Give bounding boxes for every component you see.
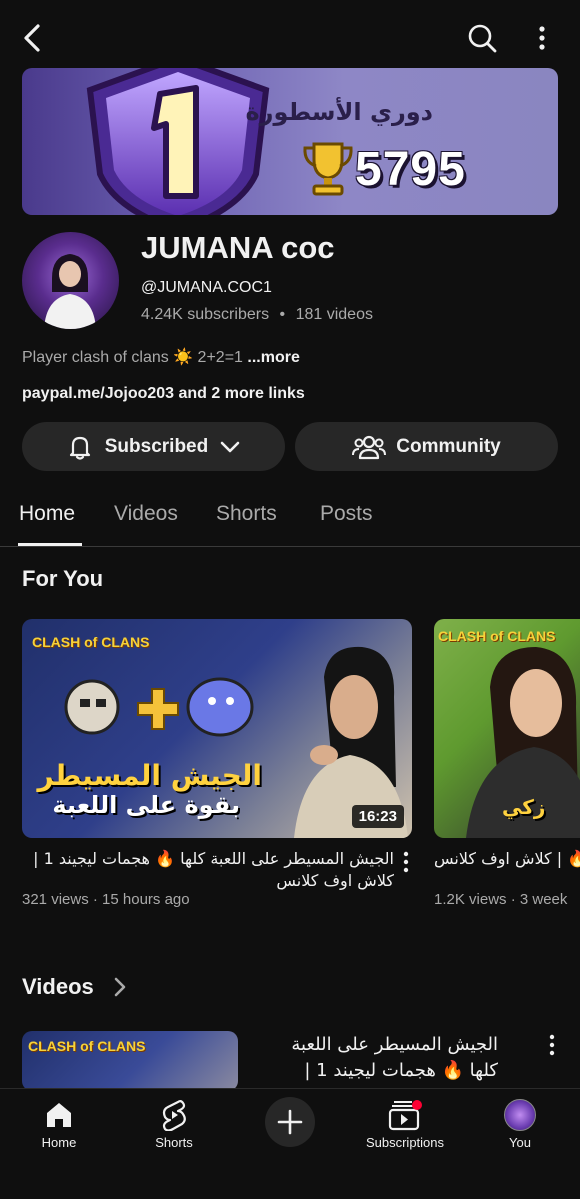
video-thumbnail[interactable]: CLASH of CLANS الجيش المسيطر بقوة على ال… xyxy=(22,619,412,838)
tab-videos[interactable]: Videos xyxy=(114,502,178,526)
create-button[interactable] xyxy=(265,1097,315,1147)
subscriber-count: 4.24K subscribers xyxy=(141,306,270,323)
community-button[interactable]: Community xyxy=(295,422,558,471)
video-thumbnail[interactable]: CLASH of CLANS xyxy=(22,1031,238,1091)
video-title-clip: الجيش المسيطر على اللعبة كلها 🔥 هجمات لي… xyxy=(258,1032,498,1088)
league-name: دوري الأسطورة xyxy=(245,98,433,126)
nav-shorts-label: Shorts xyxy=(155,1135,193,1150)
channel-links[interactable]: paypal.me/Jojoo203 and 2 more links xyxy=(22,385,305,403)
league-shield-icon: 1 xyxy=(86,68,270,215)
for-you-heading: For You xyxy=(22,566,104,591)
nav-you-label: You xyxy=(509,1135,531,1150)
subscribed-button[interactable]: Subscribed xyxy=(22,422,285,471)
you-avatar xyxy=(504,1099,536,1131)
bell-icon xyxy=(69,436,90,460)
nav-home[interactable]: Home xyxy=(14,1099,104,1150)
tab-posts[interactable]: Posts xyxy=(320,502,373,526)
community-people-icon xyxy=(352,435,387,459)
top-bar xyxy=(0,0,580,70)
more-vert-icon[interactable] xyxy=(526,20,558,56)
clash-of-clans-logo: CLASH of CLANS xyxy=(32,634,150,650)
notification-dot xyxy=(412,1100,422,1110)
video-meta: 1.2K views · 3 week xyxy=(434,891,568,908)
video-title[interactable]: هجمات الدوري 🔥 | كلاش اوف كلانس xyxy=(434,848,580,870)
nav-subscriptions-label: Subscriptions xyxy=(365,1135,445,1150)
video-title[interactable]: الجيش المسيطر على اللعبة كلها 🔥 هجمات لي… xyxy=(22,848,394,892)
nav-shorts[interactable]: Shorts xyxy=(129,1099,219,1150)
home-icon xyxy=(47,1103,71,1127)
search-icon[interactable] xyxy=(464,20,500,56)
thumbnail-characters-icon xyxy=(64,677,254,737)
back-arrow-icon[interactable] xyxy=(16,20,52,56)
stats-separator: • xyxy=(279,306,286,323)
channel-name: JUMANA coc xyxy=(141,230,335,265)
bottom-navigation: Home Shorts Subscriptions You xyxy=(0,1088,580,1199)
video-more-icon[interactable] xyxy=(400,851,412,873)
video-count: 181 videos xyxy=(295,306,373,323)
video-title-clip: هجمات الدوري 🔥 | كلاش اوف كلانس xyxy=(434,848,580,892)
trophy-count: 5795 xyxy=(355,143,466,196)
active-tab-indicator xyxy=(18,543,82,546)
description-text: Player clash of clans ☀️ 2+2=1 xyxy=(22,349,243,366)
channel-tabs: Home Videos Shorts Posts xyxy=(0,492,580,547)
channel-avatar[interactable] xyxy=(22,232,119,329)
nav-you[interactable]: You xyxy=(475,1099,565,1150)
clash-of-clans-logo: CLASH of CLANS xyxy=(28,1038,146,1054)
chevron-down-icon xyxy=(220,441,240,452)
channel-stats: 4.24K subscribers • 181 videos xyxy=(141,306,373,324)
description-more-link[interactable]: ...more xyxy=(247,349,299,366)
video-thumbnail[interactable]: CLASH of CLANS زكي xyxy=(434,619,580,838)
avatar-person-icon xyxy=(44,254,96,329)
thumbnail-text-line-1: زكي xyxy=(502,795,546,819)
shorts-icon xyxy=(162,1100,186,1131)
nav-subscriptions[interactable]: Subscriptions xyxy=(360,1099,450,1150)
video-title[interactable]: الجيش المسيطر على اللعبة كلها 🔥 هجمات لي… xyxy=(258,1032,498,1088)
thumbnail-text-line-1: الجيش المسيطر xyxy=(37,759,262,792)
channel-banner: 1 دوري الأسطورة 5795 xyxy=(22,68,558,215)
chevron-right-icon[interactable] xyxy=(111,975,129,999)
thumbnail-text-line-2: بقوة على اللعبة xyxy=(52,791,240,819)
channel-description[interactable]: Player clash of clans ☀️ 2+2=1 ...more xyxy=(22,347,300,367)
video-meta: 321 views · 15 hours ago xyxy=(22,891,190,908)
tab-home[interactable]: Home xyxy=(19,502,75,526)
community-label: Community xyxy=(396,435,501,457)
subscriptions-icon xyxy=(388,1100,422,1131)
channel-handle: @JUMANA.COC1 xyxy=(141,279,272,296)
video-more-icon[interactable] xyxy=(546,1034,558,1056)
subscribed-label: Subscribed xyxy=(104,435,209,457)
plus-icon xyxy=(277,1109,303,1135)
video-duration: 16:23 xyxy=(351,805,404,828)
nav-home-label: Home xyxy=(41,1135,77,1150)
tab-shorts[interactable]: Shorts xyxy=(216,502,277,526)
trophy-icon xyxy=(303,142,353,196)
videos-heading[interactable]: Videos xyxy=(22,974,94,1000)
